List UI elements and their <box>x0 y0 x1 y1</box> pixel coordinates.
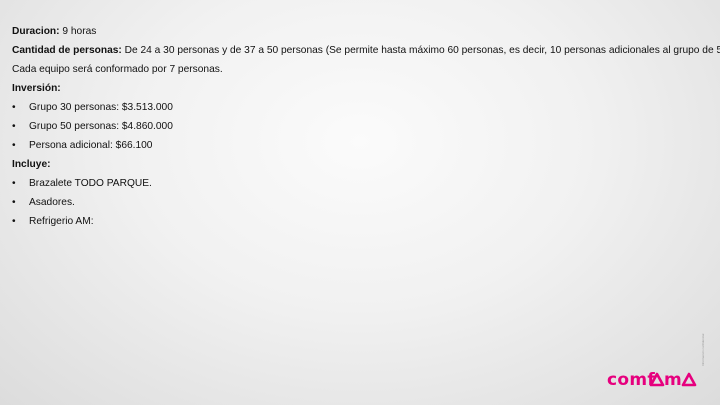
capacity-line: Cantidad de personas: De 24 a 30 persona… <box>12 43 720 62</box>
bullet-icon: • <box>12 178 16 189</box>
list-item: • Persona adicional: $66.100 <box>12 138 712 157</box>
duration-label: Duracion: <box>12 26 60 37</box>
capacity-label: Cantidad de personas: <box>12 45 122 56</box>
list-item: • Grupo 30 personas: $3.513.000 <box>12 100 712 119</box>
duration-line: Duracion: 9 horas <box>12 24 712 43</box>
capacity-value: De 24 a 30 personas y de 37 a 50 persona… <box>121 45 720 56</box>
bullet-icon: • <box>12 197 16 208</box>
list-item: • Refrigerio AM: <box>12 214 712 233</box>
comfama-logo: comf m <box>607 370 701 393</box>
bullet-icon: • <box>12 121 16 132</box>
list-item-text: Persona adicional: $66.100 <box>29 140 153 151</box>
slide-content: Duracion: 9 horas Cantidad de personas: … <box>12 24 720 233</box>
list-item: • Grupo 50 personas: $4.860.000 <box>12 119 712 138</box>
list-item-text: Refrigerio AM: <box>29 216 94 227</box>
list-item: • Brazalete TODO PARQUE. <box>12 176 712 195</box>
vertical-note: Información confidencial <box>701 333 705 366</box>
list-item-text: Asadores. <box>29 197 75 208</box>
team-note: Cada equipo será conformado por 7 person… <box>12 64 223 75</box>
list-item-text: Grupo 30 personas: $3.513.000 <box>29 102 173 113</box>
list-item-text: Brazalete TODO PARQUE. <box>29 178 152 189</box>
svg-text:m: m <box>664 370 682 388</box>
list-item: • Asadores. <box>12 195 712 214</box>
bullet-icon: • <box>12 102 16 113</box>
duration-value: 9 horas <box>59 26 97 37</box>
bullet-icon: • <box>12 216 16 227</box>
svg-text:comf: comf <box>607 370 655 388</box>
includes-heading: Incluye: <box>12 159 51 170</box>
bullet-icon: • <box>12 140 16 151</box>
investment-heading: Inversión: <box>12 83 61 94</box>
list-item-text: Grupo 50 personas: $4.860.000 <box>29 121 173 132</box>
